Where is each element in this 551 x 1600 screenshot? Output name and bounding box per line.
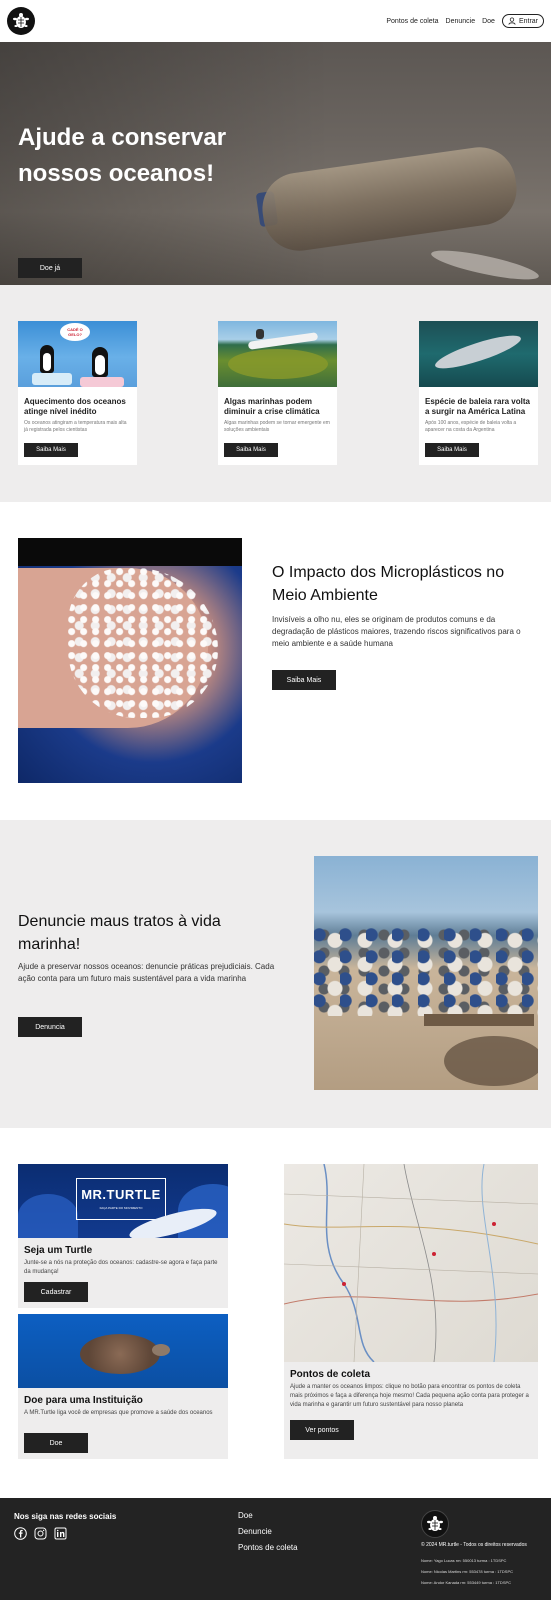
turtle-logo[interactable]: [7, 7, 35, 35]
map-icon: [284, 1164, 538, 1362]
main-nav: Pontos de coleta Denuncie Doe Entrar: [386, 14, 544, 28]
footer-link-pontos-de-coleta[interactable]: Pontos de coleta: [238, 1542, 298, 1553]
donate-text: A MR.Turtle liga você de empresas que pr…: [24, 1410, 213, 1416]
footer-turtle-logo[interactable]: [421, 1510, 449, 1538]
news-title: Espécie de baleia rara volta a surgir na…: [425, 397, 530, 416]
donate-now-button[interactable]: Doe já: [18, 258, 82, 278]
nav-doe[interactable]: Doe: [482, 18, 495, 25]
news-title: Aquecimento dos oceanos atinge nível iné…: [24, 397, 126, 416]
microplastics-section: O Impacto dos Microplásticos no Meio Amb…: [0, 502, 551, 820]
site-footer: Nos siga nas redes sociais Doe Denuncie …: [0, 1498, 551, 1600]
mr-turtle-banner-image: MR.TURTLE FAÇA PARTE DO MOVIMENTO: [18, 1164, 228, 1238]
beach-trash-image: [314, 856, 538, 1090]
login-label: Entrar: [518, 17, 538, 25]
report-section: Denuncie maus tratos à vida marinha! Aju…: [0, 820, 551, 1128]
microplastics-finger-image: [18, 538, 242, 783]
user-icon: [508, 17, 516, 25]
report-button[interactable]: Denuncia: [18, 1017, 82, 1037]
collection-points-title: Pontos de coleta: [290, 1369, 371, 1380]
news-summary: Após 100 anos, espécie de baleia volta a…: [425, 420, 517, 433]
news-card-seaweed[interactable]: Algas marinhas podem diminuir a crise cl…: [218, 321, 337, 465]
whale-image: [419, 321, 538, 387]
report-title: Denuncie maus tratos à vida marinha!: [18, 913, 221, 953]
credit-line: Nome: Nicolas Martins rm: 553478 turma :…: [421, 1569, 514, 1574]
seaweed-image: [218, 321, 337, 387]
report-text: Ajude a preservar nossos oceanos: denunc…: [18, 962, 275, 983]
copyright-text: © 2024 MR.turtle - Todos os direitos res…: [421, 1542, 527, 1548]
news-summary: Algas marinhas podem se tornar emergente…: [224, 420, 330, 433]
footer-links: Doe Denuncie Pontos de coleta: [238, 1510, 298, 1553]
hero-title: Ajude a conservar nossos oceanos!: [18, 124, 227, 187]
credit-line: Nome: Andor Kanada rm: 553449 turma : 1T…: [421, 1580, 512, 1585]
action-cards-section: MR.TURTLE FAÇA PARTE DO MOVIMENTO Seja u…: [0, 1128, 551, 1498]
social-links: [14, 1527, 67, 1540]
hero-banner: Ajude a conservar nossos oceanos! Doe já: [0, 42, 551, 285]
read-more-button[interactable]: Saiba Mais: [224, 443, 278, 457]
donate-button[interactable]: Doe: [24, 1433, 88, 1453]
penguins-image: CADÊ O GELO?: [18, 321, 137, 387]
join-card: MR.TURTLE FAÇA PARTE DO MOVIMENTO Seja u…: [18, 1164, 228, 1308]
turtle-icon: [427, 1516, 443, 1531]
footer-link-denuncie[interactable]: Denuncie: [238, 1526, 298, 1537]
join-text: Junte-se a nós na proteção dos oceanos: …: [24, 1260, 218, 1275]
read-more-button[interactable]: Saiba Mais: [24, 443, 78, 457]
speech-bubble: CADÊ O GELO?: [60, 323, 90, 341]
facebook-icon[interactable]: [14, 1527, 27, 1540]
banner-title: MR.TURTLE: [81, 1187, 161, 1202]
credit-line: Nome: Yago Lucas rm: 550013 turma : 1TDS…: [421, 1558, 507, 1563]
sea-turtle-image: [18, 1314, 228, 1388]
site-header: Pontos de coleta Denuncie Doe Entrar: [0, 0, 551, 42]
donate-card: Doe para uma Instituição A MR.Turtle lig…: [18, 1314, 228, 1459]
news-section: CADÊ O GELO? Aquecimento dos oceanos ati…: [0, 285, 551, 502]
read-more-button[interactable]: Saiba Mais: [425, 443, 479, 457]
view-points-button[interactable]: Ver pontos: [290, 1420, 354, 1440]
join-title: Seja um Turtle: [24, 1245, 93, 1256]
collection-points-card: Pontos de coleta Ajude a manter os ocean…: [284, 1164, 538, 1459]
mr-turtle-banner-box: MR.TURTLE FAÇA PARTE DO MOVIMENTO: [76, 1178, 166, 1220]
nav-denuncie[interactable]: Denuncie: [446, 18, 476, 25]
news-card-rare-whale[interactable]: Espécie de baleia rara volta a surgir na…: [419, 321, 538, 465]
collection-points-text: Ajude a manter os oceanos limpos: clique…: [290, 1384, 529, 1408]
nav-pontos-de-coleta[interactable]: Pontos de coleta: [386, 18, 438, 25]
map-image: [284, 1164, 538, 1362]
news-card-ocean-warming[interactable]: CADÊ O GELO? Aquecimento dos oceanos ati…: [18, 321, 137, 465]
microplastics-text: Invisíveis a olho nu, eles se originam d…: [272, 615, 521, 648]
donate-title: Doe para uma Instituição: [24, 1395, 143, 1406]
news-title: Algas marinhas podem diminuir a crise cl…: [224, 397, 320, 416]
microplastics-title: O Impacto dos Microplásticos no Meio Amb…: [272, 564, 505, 604]
register-button[interactable]: Cadastrar: [24, 1282, 88, 1302]
turtle-icon: [13, 13, 29, 28]
linkedin-icon[interactable]: [54, 1527, 67, 1540]
footer-link-doe[interactable]: Doe: [238, 1510, 298, 1521]
instagram-icon[interactable]: [34, 1527, 47, 1540]
login-button[interactable]: Entrar: [501, 14, 544, 28]
banner-subtitle: FAÇA PARTE DO MOVIMENTO: [99, 1206, 143, 1210]
news-summary: Os oceanos atingiram a temperatura mais …: [24, 420, 127, 433]
follow-heading: Nos siga nas redes sociais: [14, 1512, 117, 1521]
microplastics-read-more-button[interactable]: Saiba Mais: [272, 670, 336, 690]
